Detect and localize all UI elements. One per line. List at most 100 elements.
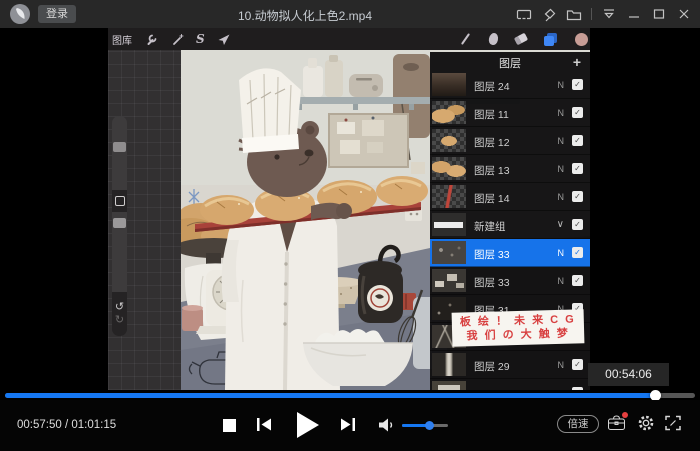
seek-bar[interactable] — [5, 393, 695, 398]
volume-slider[interactable] — [402, 424, 448, 427]
layer-thumbnail — [432, 129, 466, 152]
layer-visibility-checkbox: ✓ — [572, 135, 583, 146]
layer-thumbnail — [432, 241, 466, 264]
notification-dot — [622, 412, 628, 418]
layer-thumbnail — [432, 353, 466, 376]
layer-row: ✓ — [430, 379, 590, 390]
volume-thumb[interactable] — [425, 421, 434, 430]
time-display: 00:57:50 / 01:01:15 — [17, 419, 116, 431]
modify-button — [112, 190, 127, 212]
layer-blend-mode: N — [558, 248, 565, 258]
layer-blend-mode: N — [558, 80, 565, 90]
volume-icon[interactable] — [378, 418, 396, 437]
layer-blend-mode: N — [558, 164, 565, 174]
gallery-label: 图库 — [112, 32, 132, 47]
open-file-icon[interactable] — [566, 6, 582, 22]
add-layer-icon: + — [573, 54, 581, 70]
layer-thumbnail — [432, 185, 466, 208]
smudge-icon — [488, 32, 499, 46]
layer-blend-mode: N — [558, 276, 565, 286]
next-button[interactable] — [339, 417, 356, 437]
layer-visibility-checkbox: ✓ — [572, 163, 583, 174]
layer-thumbnail — [432, 157, 466, 180]
layer-row: 图层 24 N ✓ — [430, 71, 590, 99]
layer-visibility-checkbox: ✓ — [572, 219, 583, 230]
layer-blend-mode: N — [558, 136, 565, 146]
layer-row: 新建组 ∨ ✓ — [430, 211, 590, 239]
layer-name: 新建组 — [474, 219, 506, 234]
layer-name: 图层 29 — [474, 359, 510, 374]
layer-visibility-checkbox: ✓ — [572, 191, 583, 202]
layer-thumbnail — [432, 101, 466, 124]
group-chevron-icon: ∨ — [557, 219, 564, 230]
layer-blend-mode: N — [558, 108, 565, 118]
player-window: 登录 10.动物拟人化上色2.mp4 — [0, 0, 700, 451]
layer-visibility-checkbox: ✓ — [572, 359, 583, 370]
app-logo-icon[interactable] — [9, 3, 31, 25]
layer-row: 图层 13 N ✓ — [430, 155, 590, 183]
brush-size-slider — [113, 142, 126, 152]
layer-name: 图层 11 — [474, 107, 509, 122]
layer-name: 图层 14 — [474, 191, 510, 206]
layer-name: 图层 33 — [474, 275, 510, 290]
transform-arrow-icon — [217, 32, 231, 46]
pin-icon[interactable] — [541, 6, 557, 22]
playback-speed-button[interactable]: 倍速 — [557, 415, 599, 433]
selection-tool-icon: S — [196, 32, 205, 46]
layer-name: 图层 33 — [474, 247, 510, 262]
layers-panel-icon — [544, 33, 558, 46]
minimize-icon[interactable] — [626, 6, 642, 22]
maximize-icon[interactable] — [651, 6, 667, 22]
layer-visibility-checkbox: ✓ — [572, 275, 583, 286]
layer-visibility-checkbox: ✓ — [572, 387, 583, 390]
layer-name: 图层 24 — [474, 79, 510, 94]
layer-thumbnail — [432, 269, 466, 292]
video-stage[interactable]: 图库 S — [0, 28, 700, 390]
stop-button[interactable] — [223, 419, 236, 432]
fullscreen-icon[interactable] — [665, 415, 681, 436]
layer-name: 图层 13 — [474, 163, 510, 178]
layer-thumbnail — [432, 213, 466, 236]
settings-gear-icon[interactable] — [637, 414, 655, 437]
toolbox-icon[interactable] — [607, 414, 627, 432]
eraser-icon — [514, 33, 528, 46]
seek-bar-fill — [5, 393, 655, 398]
video-title: 10.动物拟人化上色2.mp4 — [110, 7, 500, 24]
close-icon[interactable] — [676, 6, 692, 22]
layer-thumbnail — [432, 73, 466, 96]
layer-name: 图层 12 — [474, 135, 510, 150]
layer-row: 图层 14 N ✓ — [430, 183, 590, 211]
play-button[interactable] — [297, 412, 319, 438]
color-swatch-icon — [575, 33, 588, 46]
title-bar: 登录 10.动物拟人化上色2.mp4 — [0, 0, 700, 28]
control-bar: 00:57:50 / 01:01:15 倍速 — [0, 400, 700, 451]
layer-row: 图层 29 N ✓ — [430, 351, 590, 379]
procreate-sidebar: ↺ ↻ — [112, 116, 127, 336]
total-time: 01:01:15 — [71, 419, 116, 431]
layer-row: 图层 11N✓ — [430, 99, 590, 127]
layers-panel-title: 图层 — [430, 55, 590, 71]
current-time: 00:57:50 — [17, 419, 62, 431]
wrench-icon — [144, 32, 158, 46]
layer-row: 图层 33 N ✓ — [430, 239, 590, 267]
video-frame[interactable]: 图库 S — [108, 28, 590, 390]
opacity-slider — [113, 218, 126, 228]
layer-row: 图层 33 N ✓ — [430, 267, 590, 295]
titlebar-separator — [591, 8, 592, 20]
layer-thumbnail — [432, 381, 466, 390]
adjustments-wand-icon — [170, 32, 184, 46]
seek-time-tooltip: 00:54:06 — [588, 363, 669, 386]
layer-row: 图层 12 N ✓ — [430, 127, 590, 155]
menu-dropdown-icon[interactable] — [601, 6, 617, 22]
redo-icon: ↻ — [115, 315, 124, 326]
layer-visibility-checkbox: ✓ — [572, 79, 583, 90]
brush-icon — [461, 33, 470, 45]
time-separator: / — [62, 419, 72, 431]
previous-button[interactable] — [256, 417, 273, 437]
mini-mode-icon[interactable] — [516, 6, 532, 22]
layer-blend-mode: N — [558, 360, 565, 370]
watermark-overlay: 板 绘 ！ 未 来 C G 我 们 の 大 触 梦 — [452, 309, 585, 346]
layer-blend-mode: N — [558, 192, 565, 202]
layer-visibility-checkbox: ✓ — [572, 247, 583, 258]
login-button[interactable]: 登录 — [38, 5, 76, 23]
